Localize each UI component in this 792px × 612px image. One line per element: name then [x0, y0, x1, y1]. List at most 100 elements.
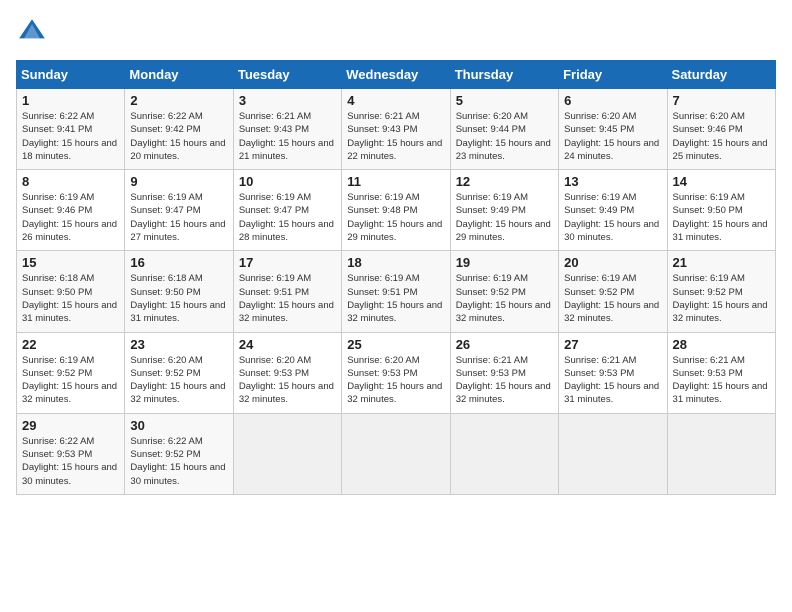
day-number: 10 — [239, 174, 336, 189]
day-info: Sunrise: 6:22 AMSunset: 9:41 PMDaylight:… — [22, 111, 117, 162]
logo-icon — [16, 16, 48, 48]
calendar-cell: 20 Sunrise: 6:19 AMSunset: 9:52 PMDaylig… — [559, 251, 667, 332]
day-info: Sunrise: 6:20 AMSunset: 9:44 PMDaylight:… — [456, 111, 551, 162]
calendar-cell: 5 Sunrise: 6:20 AMSunset: 9:44 PMDayligh… — [450, 89, 558, 170]
calendar-cell: 23 Sunrise: 6:20 AMSunset: 9:52 PMDaylig… — [125, 332, 233, 413]
day-info: Sunrise: 6:19 AMSunset: 9:51 PMDaylight:… — [347, 273, 442, 324]
calendar-header-saturday: Saturday — [667, 61, 775, 89]
day-number: 29 — [22, 418, 119, 433]
day-number: 19 — [456, 255, 553, 270]
day-info: Sunrise: 6:21 AMSunset: 9:53 PMDaylight:… — [456, 355, 551, 406]
day-number: 21 — [673, 255, 770, 270]
calendar-cell: 9 Sunrise: 6:19 AMSunset: 9:47 PMDayligh… — [125, 170, 233, 251]
day-info: Sunrise: 6:19 AMSunset: 9:52 PMDaylight:… — [564, 273, 659, 324]
calendar-cell — [450, 413, 558, 494]
calendar-header-row: SundayMondayTuesdayWednesdayThursdayFrid… — [17, 61, 776, 89]
calendar-header-tuesday: Tuesday — [233, 61, 341, 89]
day-info: Sunrise: 6:21 AMSunset: 9:53 PMDaylight:… — [564, 355, 659, 406]
day-info: Sunrise: 6:22 AMSunset: 9:53 PMDaylight:… — [22, 436, 117, 487]
day-number: 30 — [130, 418, 227, 433]
day-number: 14 — [673, 174, 770, 189]
day-number: 8 — [22, 174, 119, 189]
calendar-header-friday: Friday — [559, 61, 667, 89]
calendar-cell: 18 Sunrise: 6:19 AMSunset: 9:51 PMDaylig… — [342, 251, 450, 332]
calendar-cell: 12 Sunrise: 6:19 AMSunset: 9:49 PMDaylig… — [450, 170, 558, 251]
day-number: 24 — [239, 337, 336, 352]
logo — [16, 16, 52, 48]
day-info: Sunrise: 6:21 AMSunset: 9:43 PMDaylight:… — [239, 111, 334, 162]
calendar-cell — [342, 413, 450, 494]
day-info: Sunrise: 6:19 AMSunset: 9:50 PMDaylight:… — [673, 192, 768, 243]
day-info: Sunrise: 6:19 AMSunset: 9:51 PMDaylight:… — [239, 273, 334, 324]
day-number: 22 — [22, 337, 119, 352]
day-info: Sunrise: 6:19 AMSunset: 9:48 PMDaylight:… — [347, 192, 442, 243]
day-number: 18 — [347, 255, 444, 270]
calendar-header-sunday: Sunday — [17, 61, 125, 89]
page-header — [16, 16, 776, 48]
day-number: 7 — [673, 93, 770, 108]
day-info: Sunrise: 6:20 AMSunset: 9:45 PMDaylight:… — [564, 111, 659, 162]
day-number: 16 — [130, 255, 227, 270]
calendar-cell: 15 Sunrise: 6:18 AMSunset: 9:50 PMDaylig… — [17, 251, 125, 332]
calendar-cell: 13 Sunrise: 6:19 AMSunset: 9:49 PMDaylig… — [559, 170, 667, 251]
calendar-cell: 19 Sunrise: 6:19 AMSunset: 9:52 PMDaylig… — [450, 251, 558, 332]
calendar-week-3: 15 Sunrise: 6:18 AMSunset: 9:50 PMDaylig… — [17, 251, 776, 332]
calendar-cell: 7 Sunrise: 6:20 AMSunset: 9:46 PMDayligh… — [667, 89, 775, 170]
calendar-cell: 3 Sunrise: 6:21 AMSunset: 9:43 PMDayligh… — [233, 89, 341, 170]
day-number: 27 — [564, 337, 661, 352]
day-info: Sunrise: 6:22 AMSunset: 9:52 PMDaylight:… — [130, 436, 225, 487]
calendar-cell: 8 Sunrise: 6:19 AMSunset: 9:46 PMDayligh… — [17, 170, 125, 251]
calendar-header-thursday: Thursday — [450, 61, 558, 89]
day-number: 26 — [456, 337, 553, 352]
calendar-cell: 28 Sunrise: 6:21 AMSunset: 9:53 PMDaylig… — [667, 332, 775, 413]
calendar-cell: 6 Sunrise: 6:20 AMSunset: 9:45 PMDayligh… — [559, 89, 667, 170]
day-info: Sunrise: 6:21 AMSunset: 9:53 PMDaylight:… — [673, 355, 768, 406]
day-number: 11 — [347, 174, 444, 189]
day-number: 13 — [564, 174, 661, 189]
calendar-cell: 16 Sunrise: 6:18 AMSunset: 9:50 PMDaylig… — [125, 251, 233, 332]
day-number: 5 — [456, 93, 553, 108]
calendar-cell: 26 Sunrise: 6:21 AMSunset: 9:53 PMDaylig… — [450, 332, 558, 413]
calendar-cell: 29 Sunrise: 6:22 AMSunset: 9:53 PMDaylig… — [17, 413, 125, 494]
calendar-header-wednesday: Wednesday — [342, 61, 450, 89]
day-number: 9 — [130, 174, 227, 189]
calendar-cell: 25 Sunrise: 6:20 AMSunset: 9:53 PMDaylig… — [342, 332, 450, 413]
day-info: Sunrise: 6:22 AMSunset: 9:42 PMDaylight:… — [130, 111, 225, 162]
day-info: Sunrise: 6:19 AMSunset: 9:52 PMDaylight:… — [456, 273, 551, 324]
calendar-cell — [559, 413, 667, 494]
calendar-cell: 10 Sunrise: 6:19 AMSunset: 9:47 PMDaylig… — [233, 170, 341, 251]
calendar-cell: 30 Sunrise: 6:22 AMSunset: 9:52 PMDaylig… — [125, 413, 233, 494]
day-number: 12 — [456, 174, 553, 189]
calendar-cell — [667, 413, 775, 494]
calendar-table: SundayMondayTuesdayWednesdayThursdayFrid… — [16, 60, 776, 495]
day-number: 4 — [347, 93, 444, 108]
day-number: 25 — [347, 337, 444, 352]
day-info: Sunrise: 6:20 AMSunset: 9:53 PMDaylight:… — [347, 355, 442, 406]
day-info: Sunrise: 6:18 AMSunset: 9:50 PMDaylight:… — [130, 273, 225, 324]
day-info: Sunrise: 6:19 AMSunset: 9:47 PMDaylight:… — [239, 192, 334, 243]
day-info: Sunrise: 6:19 AMSunset: 9:47 PMDaylight:… — [130, 192, 225, 243]
calendar-header-monday: Monday — [125, 61, 233, 89]
day-number: 2 — [130, 93, 227, 108]
day-number: 1 — [22, 93, 119, 108]
day-number: 17 — [239, 255, 336, 270]
calendar-week-1: 1 Sunrise: 6:22 AMSunset: 9:41 PMDayligh… — [17, 89, 776, 170]
day-info: Sunrise: 6:19 AMSunset: 9:49 PMDaylight:… — [456, 192, 551, 243]
calendar-cell: 21 Sunrise: 6:19 AMSunset: 9:52 PMDaylig… — [667, 251, 775, 332]
day-number: 28 — [673, 337, 770, 352]
calendar-cell: 2 Sunrise: 6:22 AMSunset: 9:42 PMDayligh… — [125, 89, 233, 170]
day-number: 15 — [22, 255, 119, 270]
calendar-cell: 27 Sunrise: 6:21 AMSunset: 9:53 PMDaylig… — [559, 332, 667, 413]
day-info: Sunrise: 6:19 AMSunset: 9:46 PMDaylight:… — [22, 192, 117, 243]
calendar-cell: 11 Sunrise: 6:19 AMSunset: 9:48 PMDaylig… — [342, 170, 450, 251]
day-info: Sunrise: 6:21 AMSunset: 9:43 PMDaylight:… — [347, 111, 442, 162]
calendar-cell: 24 Sunrise: 6:20 AMSunset: 9:53 PMDaylig… — [233, 332, 341, 413]
calendar-cell: 1 Sunrise: 6:22 AMSunset: 9:41 PMDayligh… — [17, 89, 125, 170]
calendar-cell: 17 Sunrise: 6:19 AMSunset: 9:51 PMDaylig… — [233, 251, 341, 332]
day-info: Sunrise: 6:20 AMSunset: 9:53 PMDaylight:… — [239, 355, 334, 406]
calendar-cell: 22 Sunrise: 6:19 AMSunset: 9:52 PMDaylig… — [17, 332, 125, 413]
day-number: 3 — [239, 93, 336, 108]
day-number: 23 — [130, 337, 227, 352]
day-info: Sunrise: 6:18 AMSunset: 9:50 PMDaylight:… — [22, 273, 117, 324]
calendar-week-5: 29 Sunrise: 6:22 AMSunset: 9:53 PMDaylig… — [17, 413, 776, 494]
